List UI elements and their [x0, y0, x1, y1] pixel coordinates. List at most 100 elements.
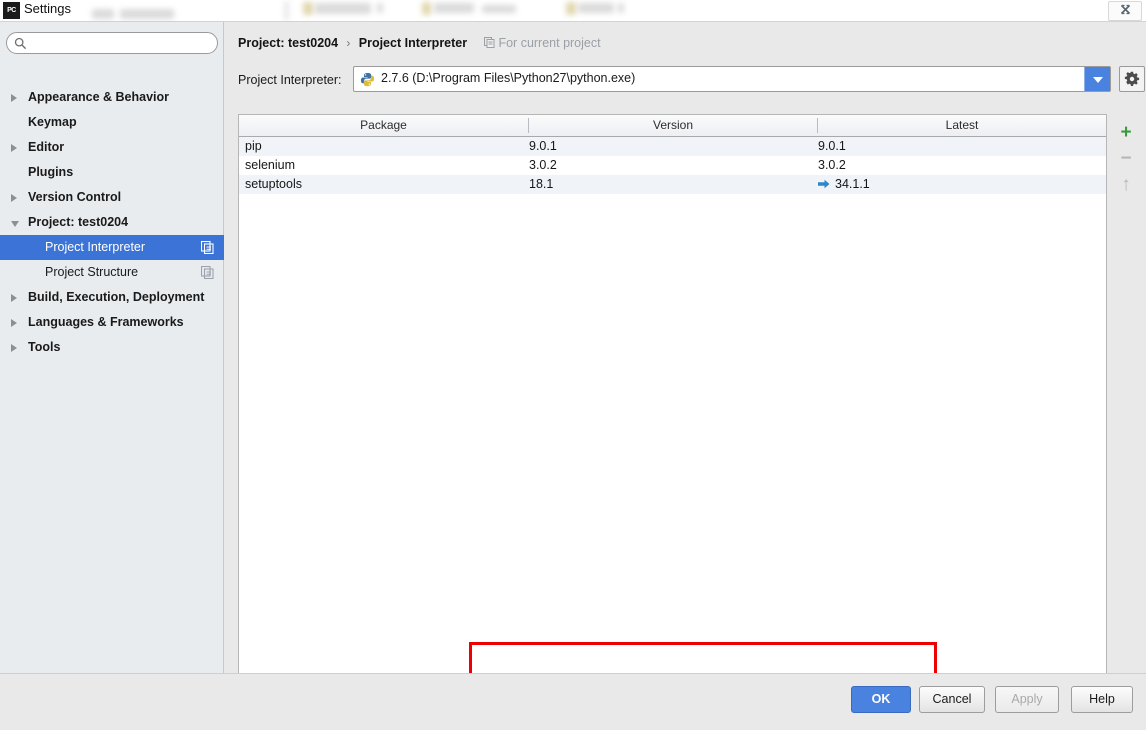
settings-tree: Appearance & Behavior Keymap Editor Plugins…: [0, 85, 224, 360]
window-title: Settings: [24, 1, 71, 16]
breadcrumb-current: Project Interpreter: [358, 36, 468, 50]
blurred-content: [285, 1, 288, 20]
main-panel: Project: test0204 › Project Interpreter …: [225, 22, 1146, 684]
duplicate-icon: [201, 266, 214, 279]
breadcrumb: Project: test0204 › Project Interpreter …: [238, 36, 601, 54]
upgrade-package-icon: ↑: [1121, 174, 1131, 195]
cell-latest: 9.0.1: [818, 137, 846, 156]
sidebar-item-appearance-behavior[interactable]: Appearance & Behavior: [0, 85, 224, 110]
title-bar: PC Settings: [0, 0, 1146, 22]
chevron-right-icon[interactable]: [11, 294, 17, 302]
sidebar-item-plugins[interactable]: Plugins: [0, 160, 224, 185]
table-row[interactable]: selenium 3.0.2 3.0.2: [239, 156, 1106, 175]
blurred-content: [482, 5, 516, 13]
blurred-content: [578, 3, 614, 13]
search-icon: [14, 37, 27, 50]
remove-package-icon: −: [1120, 148, 1132, 169]
sidebar-item-label: Project: test0204: [28, 215, 129, 229]
interpreter-settings-button[interactable]: [1119, 66, 1145, 92]
cell-version: 18.1: [529, 177, 554, 191]
search-input[interactable]: [31, 35, 211, 52]
sidebar-item-project-structure[interactable]: Project Structure: [0, 260, 224, 285]
chevron-right-icon[interactable]: [11, 194, 17, 202]
sidebar-item-label: Keymap: [28, 115, 77, 129]
column-header-latest[interactable]: Latest: [818, 115, 1106, 136]
sidebar-item-languages-frameworks[interactable]: Languages & Frameworks: [0, 310, 224, 335]
sidebar-item-label: Project Structure: [45, 265, 139, 279]
blurred-content: [434, 3, 474, 13]
gear-icon: [1124, 71, 1140, 86]
column-header-package[interactable]: Package: [239, 115, 528, 136]
interpreter-combobox[interactable]: 2.7.6 (D:\Program Files\Python27\python.…: [353, 66, 1111, 92]
cell-latest-value: 34.1.1: [835, 177, 870, 191]
blurred-content: [120, 9, 174, 19]
blurred-content: [303, 2, 313, 15]
cell-latest-value: 9.0.1: [818, 139, 846, 153]
dialog-footer: OK Cancel Apply Help: [0, 673, 1146, 730]
python-icon: [360, 72, 375, 87]
cell-package: setuptools: [245, 177, 302, 191]
interpreter-dropdown-button[interactable]: [1084, 67, 1110, 91]
cell-latest: 3.0.2: [818, 156, 846, 175]
table-header-row: Package Version Latest: [239, 115, 1106, 137]
settings-sidebar: Appearance & Behavior Keymap Editor Plugins…: [0, 22, 224, 673]
installed-packages-table: Package Version Latest pip 9.0.1 9.0.1 sele…: [238, 114, 1107, 680]
add-package-button[interactable]: +: [1115, 122, 1137, 144]
sidebar-item-label: Project Interpreter: [45, 240, 146, 254]
help-button[interactable]: Help: [1071, 686, 1133, 713]
scope-note-label: For current project: [498, 36, 601, 50]
duplicate-icon: [201, 241, 214, 254]
sidebar-item-keymap[interactable]: Keymap: [0, 110, 224, 135]
pycharm-logo-icon: PC: [3, 2, 20, 19]
sidebar-item-label: Editor: [28, 140, 65, 154]
package-tool-rail: + − ↑: [1109, 114, 1145, 680]
cell-package: selenium: [245, 158, 296, 172]
breadcrumb-separator: ›: [346, 36, 351, 50]
cell-latest-value: 3.0.2: [818, 158, 846, 172]
sidebar-item-project-interpreter[interactable]: Project Interpreter: [0, 235, 224, 260]
breadcrumb-parent[interactable]: Project: test0204: [238, 36, 338, 50]
chevron-right-icon[interactable]: [11, 344, 17, 352]
blurred-content: [92, 9, 114, 19]
blurred-content: [377, 3, 383, 13]
sidebar-item-version-control[interactable]: Version Control: [0, 185, 224, 210]
add-package-icon: +: [1120, 122, 1132, 143]
apply-button: Apply: [995, 686, 1059, 713]
chevron-down-icon: [1093, 77, 1103, 83]
blurred-content: [422, 2, 431, 15]
cell-latest: 34.1.1: [818, 175, 870, 194]
sidebar-item-editor[interactable]: Editor: [0, 135, 224, 160]
sidebar-item-tools[interactable]: Tools: [0, 335, 224, 360]
scope-note: For current project: [484, 36, 601, 50]
sidebar-item-project-test0204[interactable]: Project: test0204: [0, 210, 224, 235]
cell-version: 9.0.1: [529, 139, 557, 153]
ok-button[interactable]: OK: [851, 686, 911, 713]
sidebar-item-label: Plugins: [28, 165, 74, 179]
close-icon: [1120, 4, 1130, 15]
close-window-button[interactable]: [1108, 1, 1142, 21]
table-row[interactable]: pip 9.0.1 9.0.1: [239, 137, 1106, 156]
sidebar-item-label: Version Control: [28, 190, 122, 204]
column-header-version[interactable]: Version: [529, 115, 817, 136]
sidebar-item-label: Languages & Frameworks: [28, 315, 184, 329]
cancel-button[interactable]: Cancel: [919, 686, 985, 713]
duplicate-icon: [484, 37, 495, 48]
upgrade-package-button: ↑: [1115, 174, 1137, 196]
interpreter-value: 2.7.6 (D:\Program Files\Python27\python.…: [381, 71, 636, 85]
chevron-down-icon[interactable]: [11, 221, 19, 227]
sidebar-item-label: Tools: [28, 340, 61, 354]
table-row[interactable]: setuptools 18.1 34.1.1: [239, 175, 1106, 194]
sidebar-item-label: Appearance & Behavior: [28, 90, 170, 104]
interpreter-label: Project Interpreter:: [238, 73, 342, 87]
sidebar-item-build-execution-deployment[interactable]: Build, Execution, Deployment: [0, 285, 224, 310]
blurred-content: [566, 2, 576, 15]
chevron-right-icon[interactable]: [11, 94, 17, 102]
chevron-right-icon[interactable]: [11, 319, 17, 327]
blurred-content: [315, 3, 371, 14]
upgrade-arrow-icon: [818, 179, 830, 189]
cell-version: 3.0.2: [529, 158, 557, 172]
chevron-right-icon[interactable]: [11, 144, 17, 152]
blurred-content: [618, 3, 624, 13]
settings-dialog: PC Settings Appearance & Behavior Keymap…: [0, 0, 1146, 730]
search-box[interactable]: [6, 32, 218, 54]
